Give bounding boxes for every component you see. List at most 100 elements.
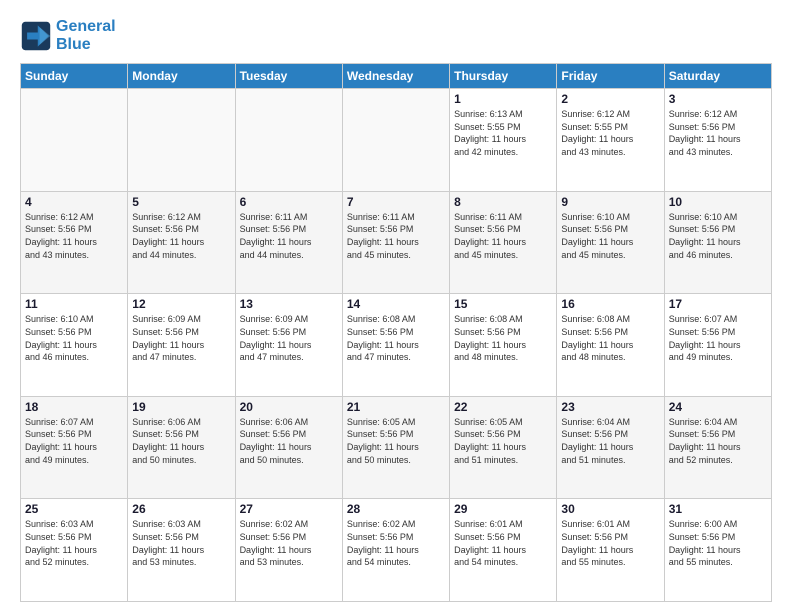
day-detail: Sunrise: 6:05 AMSunset: 5:56 PMDaylight:… [347,416,445,466]
calendar-cell-21: 21 Sunrise: 6:05 AMSunset: 5:56 PMDayligh… [342,396,449,499]
weekday-header-friday: Friday [557,64,664,89]
day-number: 8 [454,195,552,209]
day-number: 12 [132,297,230,311]
day-detail: Sunrise: 6:01 AMSunset: 5:56 PMDaylight:… [454,518,552,568]
day-number: 22 [454,400,552,414]
calendar-cell-3: 3 Sunrise: 6:12 AMSunset: 5:56 PMDaylight… [664,89,771,192]
calendar-cell-23: 23 Sunrise: 6:04 AMSunset: 5:56 PMDayligh… [557,396,664,499]
day-detail: Sunrise: 6:02 AMSunset: 5:56 PMDaylight:… [347,518,445,568]
calendar-cell-17: 17 Sunrise: 6:07 AMSunset: 5:56 PMDayligh… [664,294,771,397]
calendar-cell-26: 26 Sunrise: 6:03 AMSunset: 5:56 PMDayligh… [128,499,235,602]
weekday-header-thursday: Thursday [450,64,557,89]
day-number: 21 [347,400,445,414]
calendar-cell-19: 19 Sunrise: 6:06 AMSunset: 5:56 PMDayligh… [128,396,235,499]
calendar-cell-27: 27Sunrise: 6:02 AMSunset: 5:56 PMDayligh… [235,499,342,602]
calendar-cell-empty [128,89,235,192]
day-number: 17 [669,297,767,311]
day-number: 3 [669,92,767,106]
day-number: 1 [454,92,552,106]
day-number: 13 [240,297,338,311]
calendar-cell-1: 1 Sunrise: 6:13 AMSunset: 5:55 PMDaylight… [450,89,557,192]
weekday-header-sunday: Sunday [21,64,128,89]
day-detail: Sunrise: 6:11 AMSunset: 5:56 PMDaylight:… [240,211,338,261]
day-number: 16 [561,297,659,311]
day-detail: Sunrise: 6:01 AMSunset: 5:56 PMDaylight:… [561,518,659,568]
day-detail: Sunrise: 6:08 AMSunset: 5:56 PMDaylight:… [454,313,552,363]
day-number: 29 [454,502,552,516]
calendar-cell-empty [21,89,128,192]
day-number: 19 [132,400,230,414]
day-detail: Sunrise: 6:03 AMSunset: 5:56 PMDaylight:… [132,518,230,568]
day-detail: Sunrise: 6:12 AMSunset: 5:56 PMDaylight:… [132,211,230,261]
day-number: 6 [240,195,338,209]
calendar-cell-16: 16 Sunrise: 6:08 AMSunset: 5:56 PMDayligh… [557,294,664,397]
calendar-cell-22: 22 Sunrise: 6:05 AMSunset: 5:56 PMDayligh… [450,396,557,499]
day-detail: Sunrise: 6:11 AMSunset: 5:56 PMDaylight:… [454,211,552,261]
day-number: 25 [25,502,123,516]
day-detail: Sunrise: 6:05 AMSunset: 5:56 PMDaylight:… [454,416,552,466]
calendar-cell-empty [342,89,449,192]
header: General Blue [20,18,772,53]
calendar-cell-7: 7Sunrise: 6:11 AMSunset: 5:56 PMDaylight… [342,191,449,294]
calendar-cell-6: 6 Sunrise: 6:11 AMSunset: 5:56 PMDaylight… [235,191,342,294]
calendar-cell-11: 11 Sunrise: 6:10 AMSunset: 5:56 PMDayligh… [21,294,128,397]
day-number: 18 [25,400,123,414]
calendar-cell-20: 20Sunrise: 6:06 AMSunset: 5:56 PMDayligh… [235,396,342,499]
week-row-2: 4 Sunrise: 6:12 AMSunset: 5:56 PMDaylight… [21,191,772,294]
day-detail: Sunrise: 6:06 AMSunset: 5:56 PMDaylight:… [132,416,230,466]
calendar-cell-29: 29 Sunrise: 6:01 AMSunset: 5:56 PMDayligh… [450,499,557,602]
day-detail: Sunrise: 6:00 AMSunset: 5:56 PMDaylight:… [669,518,767,568]
calendar-cell-13: 13Sunrise: 6:09 AMSunset: 5:56 PMDayligh… [235,294,342,397]
calendar-cell-30: 30 Sunrise: 6:01 AMSunset: 5:56 PMDayligh… [557,499,664,602]
day-number: 7 [347,195,445,209]
day-detail: Sunrise: 6:09 AMSunset: 5:56 PMDaylight:… [132,313,230,363]
day-number: 15 [454,297,552,311]
calendar-cell-2: 2Sunrise: 6:12 AMSunset: 5:55 PMDaylight… [557,89,664,192]
weekday-header-tuesday: Tuesday [235,64,342,89]
week-row-5: 25 Sunrise: 6:03 AMSunset: 5:56 PMDayligh… [21,499,772,602]
calendar-cell-empty [235,89,342,192]
calendar-cell-31: 31 Sunrise: 6:00 AMSunset: 5:56 PMDayligh… [664,499,771,602]
page: General Blue SundayMondayTuesdayWednesda… [0,0,792,612]
week-row-3: 11 Sunrise: 6:10 AMSunset: 5:56 PMDayligh… [21,294,772,397]
calendar-cell-24: 24Sunrise: 6:04 AMSunset: 5:56 PMDayligh… [664,396,771,499]
day-detail: Sunrise: 6:12 AMSunset: 5:56 PMDaylight:… [669,108,767,158]
calendar-cell-10: 10 Sunrise: 6:10 AMSunset: 5:56 PMDayligh… [664,191,771,294]
day-detail: Sunrise: 6:13 AMSunset: 5:55 PMDaylight:… [454,108,552,158]
calendar-cell-18: 18Sunrise: 6:07 AMSunset: 5:56 PMDayligh… [21,396,128,499]
logo-icon [20,20,52,52]
day-detail: Sunrise: 6:06 AMSunset: 5:56 PMDaylight:… [240,416,338,466]
calendar-cell-14: 14 Sunrise: 6:08 AMSunset: 5:56 PMDayligh… [342,294,449,397]
calendar-cell-4: 4Sunrise: 6:12 AMSunset: 5:56 PMDaylight… [21,191,128,294]
day-number: 23 [561,400,659,414]
day-number: 5 [132,195,230,209]
calendar-cell-28: 28 Sunrise: 6:02 AMSunset: 5:56 PMDayligh… [342,499,449,602]
weekday-header-saturday: Saturday [664,64,771,89]
day-detail: Sunrise: 6:10 AMSunset: 5:56 PMDaylight:… [669,211,767,261]
weekday-header-monday: Monday [128,64,235,89]
weekday-header-row: SundayMondayTuesdayWednesdayThursdayFrid… [21,64,772,89]
day-number: 14 [347,297,445,311]
day-number: 4 [25,195,123,209]
day-detail: Sunrise: 6:04 AMSunset: 5:56 PMDaylight:… [669,416,767,466]
calendar-cell-12: 12 Sunrise: 6:09 AMSunset: 5:56 PMDayligh… [128,294,235,397]
day-number: 27 [240,502,338,516]
day-number: 31 [669,502,767,516]
day-number: 28 [347,502,445,516]
day-number: 10 [669,195,767,209]
day-detail: Sunrise: 6:10 AMSunset: 5:56 PMDaylight:… [25,313,123,363]
day-detail: Sunrise: 6:03 AMSunset: 5:56 PMDaylight:… [25,518,123,568]
day-number: 26 [132,502,230,516]
day-detail: Sunrise: 6:08 AMSunset: 5:56 PMDaylight:… [561,313,659,363]
calendar: SundayMondayTuesdayWednesdayThursdayFrid… [20,63,772,602]
calendar-cell-9: 9Sunrise: 6:10 AMSunset: 5:56 PMDaylight… [557,191,664,294]
day-number: 2 [561,92,659,106]
day-detail: Sunrise: 6:10 AMSunset: 5:56 PMDaylight:… [561,211,659,261]
day-detail: Sunrise: 6:07 AMSunset: 5:56 PMDaylight:… [669,313,767,363]
day-detail: Sunrise: 6:04 AMSunset: 5:56 PMDaylight:… [561,416,659,466]
day-number: 30 [561,502,659,516]
day-detail: Sunrise: 6:08 AMSunset: 5:56 PMDaylight:… [347,313,445,363]
day-number: 11 [25,297,123,311]
calendar-cell-8: 8 Sunrise: 6:11 AMSunset: 5:56 PMDaylight… [450,191,557,294]
logo: General Blue [20,18,116,53]
